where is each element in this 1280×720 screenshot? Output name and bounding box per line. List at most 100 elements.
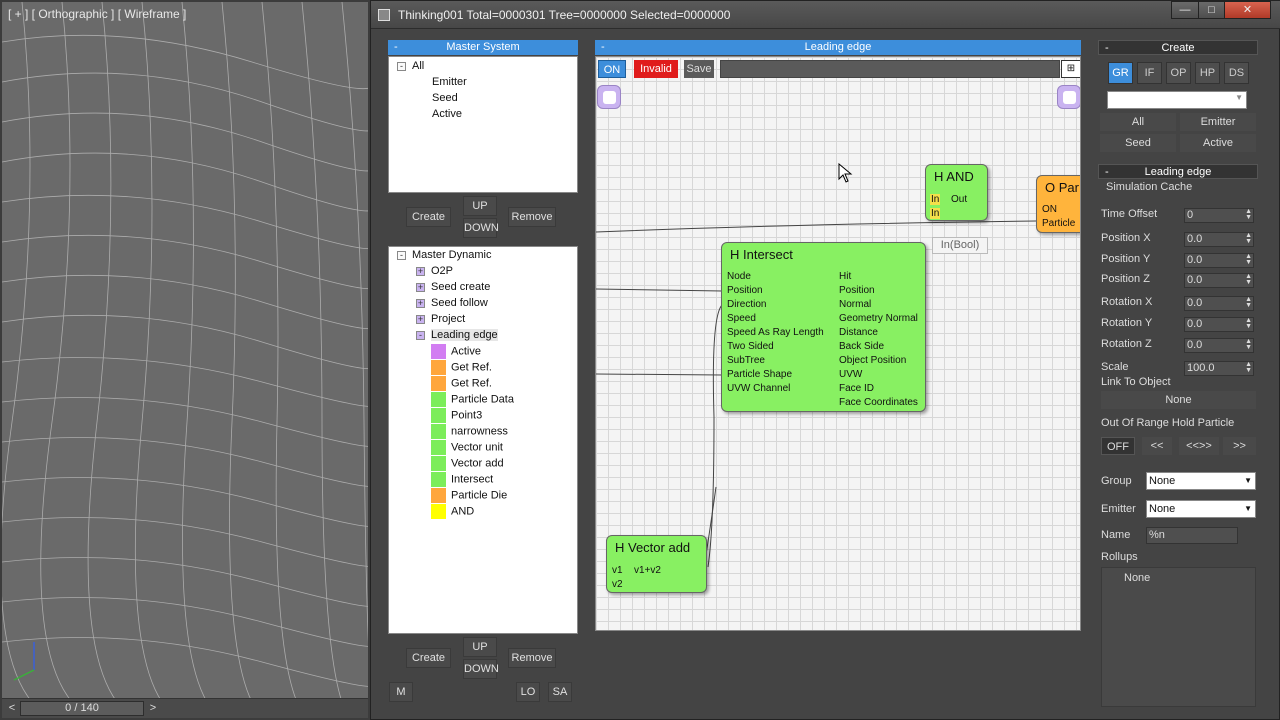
spinner-arrows-icon[interactable]: ▲ ▼ xyxy=(1245,208,1252,221)
operator-item[interactable]: Get Ref. xyxy=(431,360,492,375)
node-graph-canvas[interactable]: ON Invalid Save ⊞ H AND In In Out O Par … xyxy=(595,56,1081,631)
spinner-arrows-icon[interactable]: ▲ ▼ xyxy=(1245,273,1252,286)
tab-hp[interactable]: HP xyxy=(1195,62,1220,84)
tree-item-active[interactable]: Active xyxy=(432,108,462,120)
field-spinner[interactable]: 0.0 ▲ ▼ xyxy=(1184,338,1254,353)
rollups-list[interactable]: None xyxy=(1101,567,1256,707)
node-port[interactable]: ON xyxy=(1042,204,1057,215)
filter-active-button[interactable]: Active xyxy=(1180,134,1256,152)
tab-if[interactable]: IF xyxy=(1137,62,1162,84)
operator-item[interactable]: Intersect xyxy=(431,472,493,487)
viewport-label[interactable]: [ + ] [ Orthographic ] [ Wireframe ] xyxy=(8,7,186,21)
timeline-slider[interactable]: 0 / 140 xyxy=(20,701,144,716)
expand-icon[interactable]: + xyxy=(416,282,425,292)
chevron-down-icon[interactable]: ▼ xyxy=(1244,473,1252,489)
filter-input[interactable]: ▼ xyxy=(1107,91,1247,109)
filter-seed-button[interactable]: Seed xyxy=(1100,134,1176,152)
node-input-port[interactable]: Two Sided xyxy=(727,341,774,352)
operator-item[interactable]: Point3 xyxy=(431,408,482,423)
operator-item[interactable]: Vector unit xyxy=(431,440,503,455)
tree-item-all[interactable]: - All xyxy=(397,60,424,72)
maximize-button[interactable]: □ xyxy=(1198,1,1225,19)
down-button[interactable]: DOWN xyxy=(463,218,499,238)
timeline[interactable]: < 0 / 140 > xyxy=(2,698,368,718)
expand-icon[interactable]: + xyxy=(416,314,425,324)
chevron-down-icon[interactable]: ▼ xyxy=(1235,93,1243,102)
node-output-port[interactable]: Object Position xyxy=(839,355,906,366)
chevron-down-icon[interactable]: ▼ xyxy=(1244,501,1252,517)
master-dynamic-tree[interactable]: - Master Dynamic + O2P + Seed create + Seed fo… xyxy=(388,246,578,634)
node-output-port[interactable]: v1+v2 xyxy=(634,565,661,576)
name-input[interactable]: %n xyxy=(1146,527,1238,544)
remove-button[interactable]: Remove xyxy=(508,207,556,227)
timeline-next-button[interactable]: > xyxy=(146,701,160,716)
viewport[interactable]: [ + ] [ Orthographic ] [ Wireframe ] < 0… xyxy=(0,0,370,720)
master-system-tree[interactable]: - All Emitter Seed Active xyxy=(388,56,578,193)
tree-item-master-dynamic[interactable]: - Master Dynamic xyxy=(397,249,491,261)
node-input-port[interactable]: v1 xyxy=(612,565,623,576)
node-input-port[interactable]: Direction xyxy=(727,299,766,310)
field-spinner[interactable]: 0.0 ▲ ▼ xyxy=(1184,296,1254,311)
create-button[interactable]: Create xyxy=(406,207,451,227)
node-output-port[interactable]: Out xyxy=(951,194,967,205)
operator-item[interactable]: Particle Die xyxy=(431,488,507,503)
particle-node[interactable]: O Par ON Particle xyxy=(1036,175,1080,233)
link-object-button[interactable]: None xyxy=(1101,391,1256,409)
minimize-button[interactable]: — xyxy=(1171,1,1199,19)
field-spinner[interactable]: 0.0 ▲ ▼ xyxy=(1184,273,1254,288)
field-spinner[interactable]: 0 ▲ ▼ xyxy=(1184,208,1254,223)
node-input-port[interactable]: Position xyxy=(727,285,763,296)
collapse-icon[interactable]: - xyxy=(397,61,406,71)
create-header[interactable]: - Create xyxy=(1098,40,1258,55)
range-off-button[interactable]: OFF xyxy=(1101,437,1135,455)
node-output-port[interactable]: Hit xyxy=(839,271,851,282)
leading-edge-header[interactable]: - Leading edge xyxy=(595,40,1081,55)
close-button[interactable]: ✕ xyxy=(1224,1,1271,19)
down-dynamic-button[interactable]: DOWN xyxy=(463,659,499,679)
intersect-node[interactable]: H Intersect Node Position Direction Speed Sp… xyxy=(721,242,926,412)
up-dynamic-button[interactable]: UP xyxy=(463,637,497,657)
operator-item[interactable]: Get Ref. xyxy=(431,376,492,391)
rollup-item[interactable]: None xyxy=(1124,572,1150,584)
filter-all-button[interactable]: All xyxy=(1100,113,1176,131)
collapse-icon[interactable]: - xyxy=(1105,165,1109,180)
node-output-port[interactable]: Position xyxy=(839,285,875,296)
node-input-port[interactable]: Speed As Ray Length xyxy=(727,327,824,338)
field-spinner[interactable]: 100.0 ▲ ▼ xyxy=(1184,361,1254,376)
node-output-port[interactable]: Face Coordinates xyxy=(839,397,918,408)
spinner-arrows-icon[interactable]: ▲ ▼ xyxy=(1245,296,1252,309)
emitter-dropdown[interactable]: None ▼ xyxy=(1146,500,1256,518)
node-output-port[interactable]: Geometry Normal xyxy=(839,313,918,324)
node-output-port[interactable]: Distance xyxy=(839,327,878,338)
collapse-icon[interactable]: - xyxy=(394,40,398,55)
spinner-arrows-icon[interactable]: ▲ ▼ xyxy=(1245,338,1252,351)
tree-group[interactable]: + Seed follow xyxy=(416,297,488,309)
spinner-arrows-icon[interactable]: ▲ ▼ xyxy=(1245,253,1252,266)
operator-item[interactable]: AND xyxy=(431,504,474,519)
remove-dynamic-button[interactable]: Remove xyxy=(508,648,556,668)
node-input-port[interactable]: UVW Channel xyxy=(727,383,790,394)
operator-item[interactable]: Active xyxy=(431,344,481,359)
collapse-icon[interactable]: - xyxy=(1105,41,1109,56)
node-output-port[interactable]: UVW xyxy=(839,369,862,380)
node-input-port[interactable]: Node xyxy=(727,271,751,282)
node-output-port[interactable]: Back Side xyxy=(839,341,884,352)
operator-item[interactable]: Particle Data xyxy=(431,392,514,407)
spinner-arrows-icon[interactable]: ▲ ▼ xyxy=(1245,361,1252,374)
up-button[interactable]: UP xyxy=(463,196,497,216)
tree-group[interactable]: + Seed create xyxy=(416,281,490,293)
collapse-icon[interactable]: - xyxy=(416,330,425,340)
sa-button[interactable]: SA xyxy=(548,682,572,702)
operator-item[interactable]: narrowness xyxy=(431,424,508,439)
tree-group[interactable]: - Leading edge xyxy=(416,329,498,341)
range-back-button[interactable]: << xyxy=(1142,437,1172,455)
vector-add-node[interactable]: H Vector add v1 v2 v1+v2 xyxy=(606,535,707,593)
tab-op[interactable]: OP xyxy=(1166,62,1191,84)
operator-item[interactable]: Vector add xyxy=(431,456,504,471)
node-input-port[interactable]: SubTree xyxy=(727,355,765,366)
tab-gr[interactable]: GR xyxy=(1108,62,1133,84)
field-spinner[interactable]: 0.0 ▲ ▼ xyxy=(1184,317,1254,332)
collapse-icon[interactable]: - xyxy=(397,250,406,260)
range-forward-button[interactable]: >> xyxy=(1223,437,1256,455)
node-input-port[interactable]: v2 xyxy=(612,579,623,590)
